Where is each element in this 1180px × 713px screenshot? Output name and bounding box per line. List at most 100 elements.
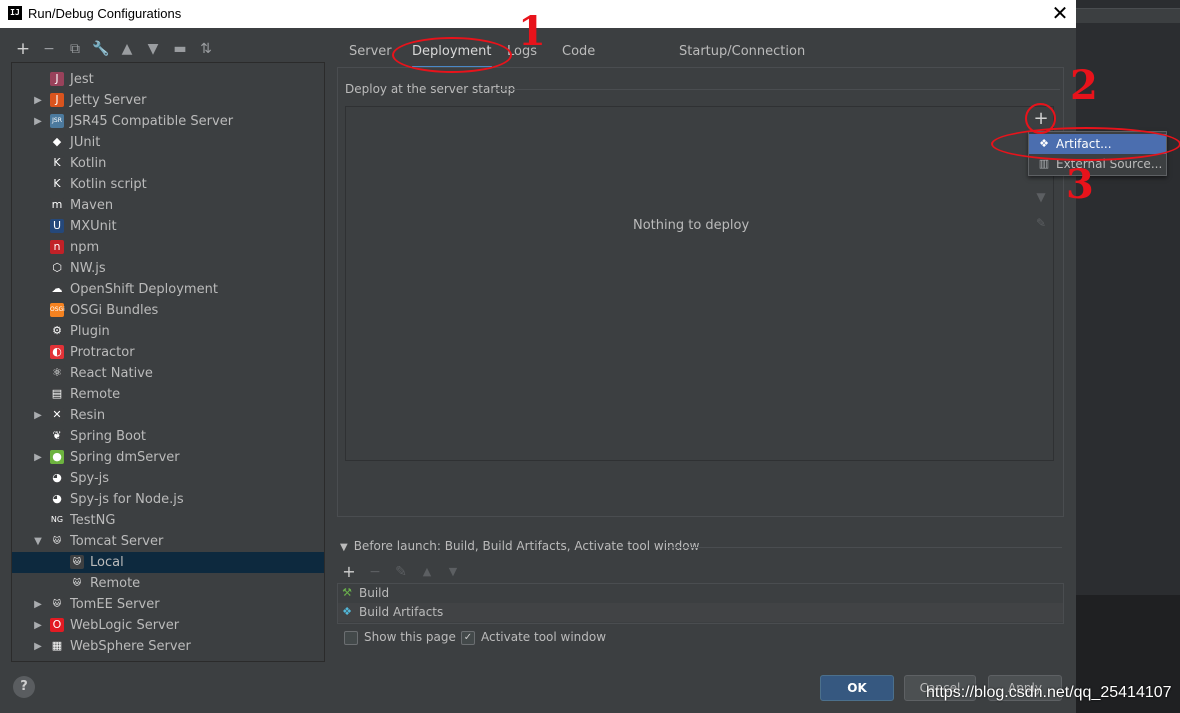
tree-item[interactable]: ▤ Remote: [12, 384, 324, 405]
tree-item[interactable]: NG TestNG: [12, 510, 324, 531]
before-launch-title: Before launch: Build, Build Artifacts, A…: [353, 539, 700, 553]
move-down-icon[interactable]: ▼: [1033, 189, 1049, 205]
edit-task-icon[interactable]: ✎: [393, 563, 409, 581]
tree-item[interactable]: ▶ J Jetty Server: [12, 90, 324, 111]
tree-item[interactable]: ❦ Spring Boot: [12, 426, 324, 447]
remote-icon: ▤: [50, 387, 64, 401]
tree-item[interactable]: ◆ JUnit: [12, 132, 324, 153]
add-task-icon[interactable]: +: [341, 563, 357, 581]
tree-item-label: Remote: [90, 576, 141, 591]
tree-item[interactable]: 🐱 Local: [12, 552, 324, 573]
remove-icon[interactable]: −: [39, 38, 59, 60]
tree-item[interactable]: K Kotlin script: [12, 174, 324, 195]
annotation-circle-artifact: [991, 127, 1180, 161]
tree-item-label: WebLogic Server: [70, 618, 180, 633]
list-item[interactable]: ❖ Build Artifacts: [338, 603, 1063, 622]
tab-startup-connection[interactable]: Startup/Connection: [679, 40, 805, 66]
ok-button[interactable]: OK: [820, 675, 894, 701]
tree-item-label: JSR45 Compatible Server: [70, 114, 234, 129]
tree-item[interactable]: K Kotlin: [12, 153, 324, 174]
tomee-icon: 🐱: [50, 597, 64, 611]
tab-server[interactable]: Server: [349, 40, 392, 66]
jetty-icon: J: [50, 93, 64, 107]
tree-item[interactable]: ▶ JSR JSR45 Compatible Server: [12, 111, 324, 132]
remove-task-icon[interactable]: −: [367, 563, 383, 581]
activate-tool-window-checkbox[interactable]: ✓: [461, 631, 475, 645]
window-title: Run/Debug Configurations: [28, 6, 182, 21]
configuration-tree[interactable]: ▶ ▦ WebSphere Server ▶ O WebLogic Server ▶ 🐱 Tom…: [11, 62, 325, 662]
spring-boot-icon: ❦: [50, 429, 64, 443]
tree-item-label: Kotlin: [70, 156, 107, 171]
sort-icon[interactable]: ⇅: [196, 38, 216, 60]
tree-item[interactable]: OSGi OSGi Bundles: [12, 300, 324, 321]
tree-item[interactable]: ▶ 🐱 TomEE Server: [12, 594, 324, 615]
move-down-icon[interactable]: ▼: [445, 563, 461, 581]
tree-item[interactable]: ▶ ● Spring dmServer: [12, 447, 324, 468]
collapse-arrow-icon: ▼: [340, 542, 348, 553]
tree-item[interactable]: ◕ Spy-js: [12, 468, 324, 489]
tree-item-label: React Native: [70, 366, 153, 381]
tree-item[interactable]: U MXUnit: [12, 216, 324, 237]
tree-item-label: Remote: [70, 387, 121, 402]
move-up-icon[interactable]: ▲: [419, 563, 435, 581]
tree-item[interactable]: ▶ O WebLogic Server: [12, 615, 324, 636]
tree-item[interactable]: 🐱 Remote: [12, 573, 324, 594]
tab-code-coverage[interactable]: Code Coverage: [562, 40, 624, 83]
mxunit-icon: U: [50, 219, 64, 233]
expand-right-icon[interactable]: ▶: [32, 594, 44, 615]
expand-right-icon[interactable]: ▶: [32, 447, 44, 468]
deployment-list[interactable]: [345, 106, 1030, 461]
tree-item[interactable]: ▶ ▦ WebSphere Server: [12, 636, 324, 657]
tree-item[interactable]: ▶ ✕ Resin: [12, 405, 324, 426]
expand-down-icon[interactable]: ▼: [32, 531, 44, 552]
copy-icon[interactable]: ⧉: [65, 38, 85, 60]
tree-item-label: OpenShift Deployment: [70, 282, 218, 297]
move-down-icon[interactable]: ▼: [143, 38, 163, 60]
tree-item[interactable]: ⬡ NW.js: [12, 258, 324, 279]
tree-item[interactable]: n npm: [12, 237, 324, 258]
tree-item-label: Maven: [70, 198, 114, 213]
tree-item-label: Spy-js: [70, 471, 110, 486]
tree-item[interactable]: m Maven: [12, 195, 324, 216]
tomcat-icon: 🐱: [50, 534, 64, 548]
tree-item-label: JUnit: [70, 135, 101, 150]
tree-item[interactable]: ⚛ React Native: [12, 363, 324, 384]
folder-icon[interactable]: ▬: [170, 38, 190, 60]
run-debug-dialog: IJ Run/Debug Configurations ✕ + − ⧉ 🔧 ▲ …: [0, 0, 1167, 713]
help-button[interactable]: ?: [13, 676, 35, 698]
activate-tool-window-label: Activate tool window: [481, 630, 607, 644]
edit-pencil-icon[interactable]: ✎: [1033, 215, 1049, 231]
npm-icon: n: [50, 240, 64, 254]
expand-right-icon[interactable]: ▶: [32, 111, 44, 132]
tree-item[interactable]: ◐ Protractor: [12, 342, 324, 363]
jest-icon: J: [50, 72, 64, 86]
show-page-checkbox[interactable]: [344, 631, 358, 645]
wrench-icon[interactable]: 🔧: [91, 38, 111, 60]
tree-item-label: Plugin: [70, 324, 110, 339]
tree-item[interactable]: ◕ Spy-js for Node.js: [12, 489, 324, 510]
nwjs-icon: ⬡: [50, 261, 64, 275]
tree-item-label: Spring dmServer: [70, 450, 180, 465]
close-icon[interactable]: ✕: [1050, 2, 1070, 26]
section-divider: [495, 89, 1060, 90]
annotation-number-2: 2: [1070, 62, 1098, 109]
hammer-icon: ⚒: [342, 586, 352, 599]
tree-item-label: TestNG: [70, 513, 116, 528]
spyjs-node-icon: ◕: [50, 492, 64, 506]
expand-right-icon[interactable]: ▶: [32, 636, 44, 657]
expand-right-icon[interactable]: ▶: [32, 90, 44, 111]
expand-right-icon[interactable]: ▶: [32, 405, 44, 426]
tree-item-label: Spring Boot: [70, 429, 147, 444]
move-up-icon[interactable]: ▲: [117, 38, 137, 60]
tree-item-label: WebSphere Server: [70, 639, 191, 654]
tree-item[interactable]: J Jest: [12, 69, 324, 90]
before-launch-header[interactable]: ▼ Before launch: Build, Build Artifacts, …: [340, 539, 699, 553]
tree-item[interactable]: ⚙ Plugin: [12, 321, 324, 342]
expand-right-icon[interactable]: ▶: [32, 615, 44, 636]
tree-item[interactable]: ☁ OpenShift Deployment: [12, 279, 324, 300]
add-icon[interactable]: +: [13, 38, 33, 60]
junit-icon: ◆: [50, 135, 64, 149]
tree-item[interactable]: ▼ 🐱 Tomcat Server: [12, 531, 324, 552]
list-item[interactable]: ⚒ Build: [338, 584, 1063, 603]
maven-icon: m: [50, 198, 64, 212]
